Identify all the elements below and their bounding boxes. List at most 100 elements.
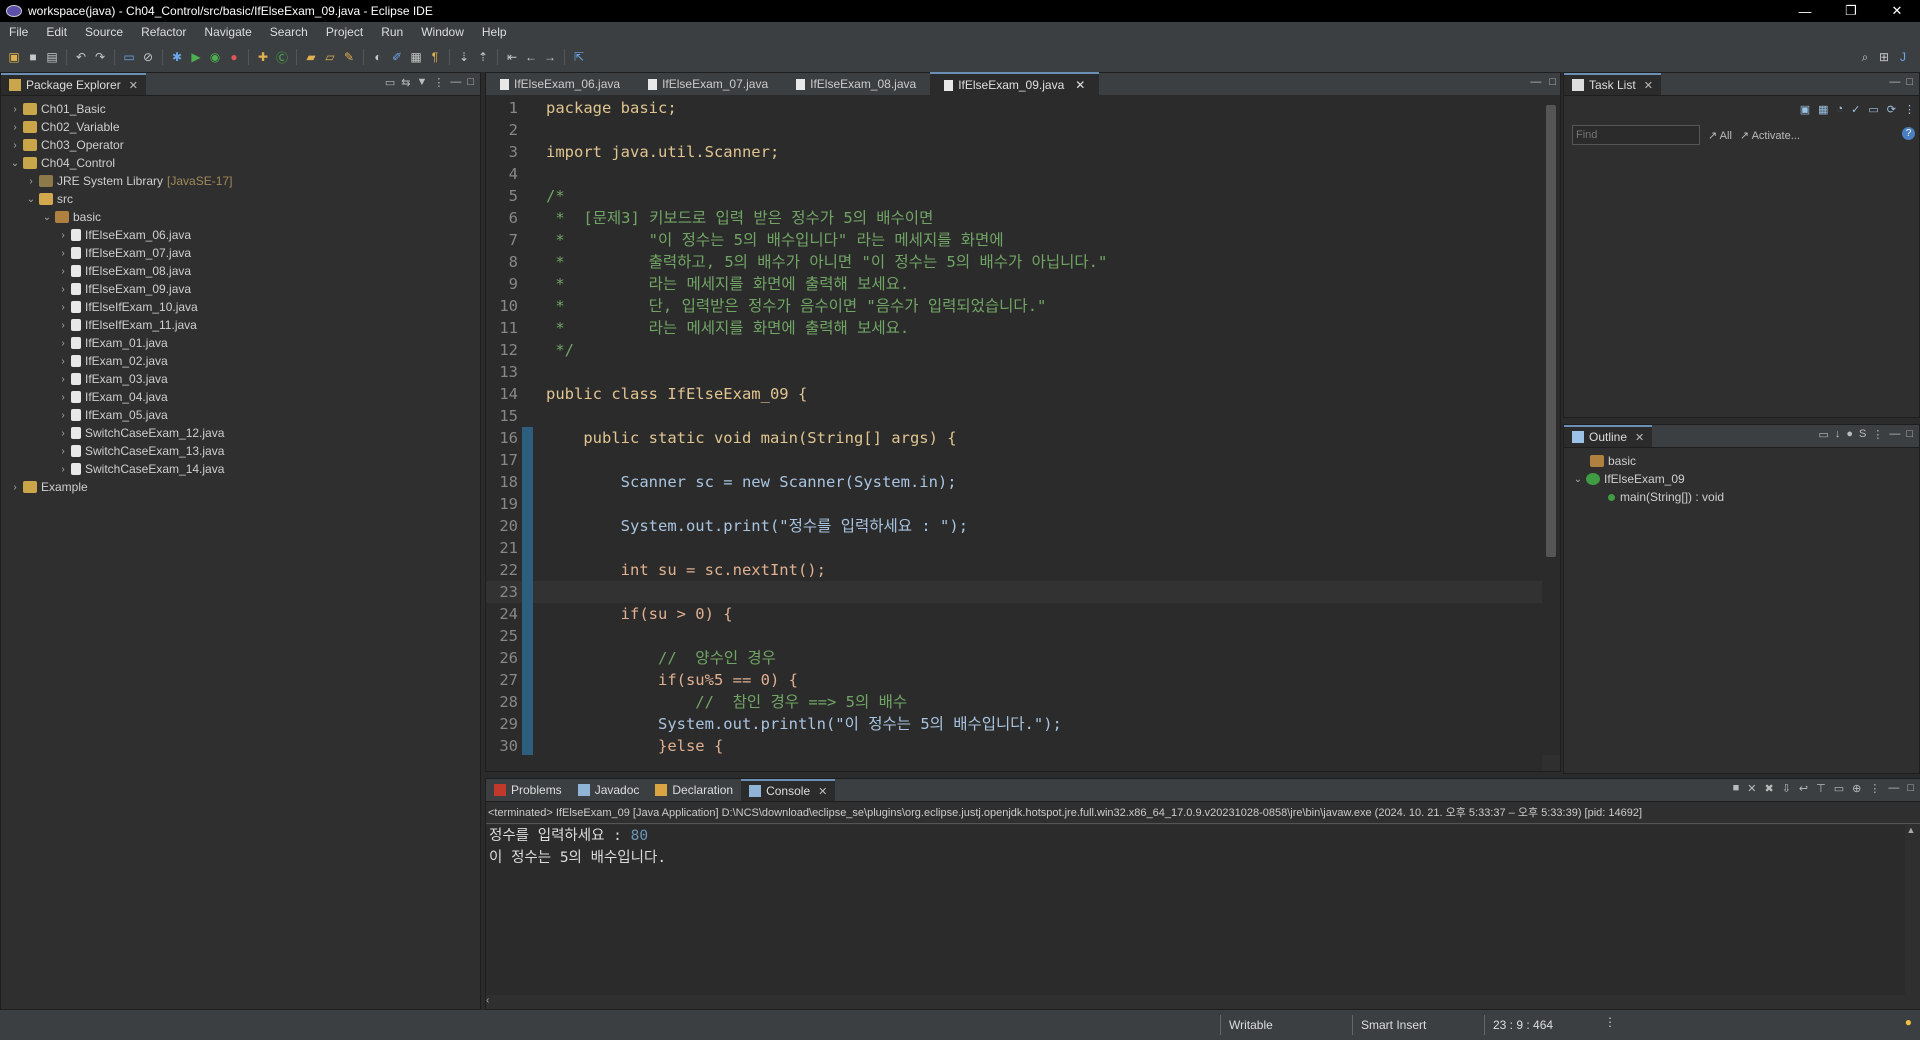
tree-item[interactable]: › IfExam_02.java [1, 352, 480, 370]
redo-icon[interactable]: ↷ [92, 49, 108, 65]
tree-item[interactable]: › IfElseExam_09.java [1, 280, 480, 298]
code-line[interactable]: 24 if(su > 0) { [486, 603, 1542, 625]
maximize-view-icon[interactable]: □ [1907, 782, 1914, 795]
open-perspective-icon[interactable]: ⊞ [1876, 49, 1892, 65]
open-task-icon[interactable]: ▱ [322, 49, 338, 65]
code-line[interactable]: 22 int su = sc.nextInt(); [486, 559, 1542, 581]
remove-all-launches-icon[interactable]: ✖ [1764, 782, 1773, 795]
code-line[interactable]: 4 [486, 163, 1542, 185]
chevron-icon[interactable]: › [57, 320, 69, 331]
sync-icon[interactable]: ⟳ [1887, 103, 1896, 125]
save-icon[interactable]: ■ [25, 49, 41, 65]
chevron-icon[interactable]: › [57, 392, 69, 403]
next-annotation-icon[interactable]: ⇣ [456, 49, 472, 65]
toggle-word-wrap-icon[interactable]: ✐ [389, 49, 405, 65]
editor-tab[interactable]: IfElseExam_09.java ✕ [930, 72, 1100, 96]
editor-tab[interactable]: IfElseExam_08.java [782, 73, 930, 95]
code-line[interactable]: 20 System.out.print("정수를 입력하세요 : "); [486, 515, 1542, 537]
link-with-editor-icon[interactable]: ⇆ [401, 76, 410, 89]
chevron-icon[interactable]: › [25, 176, 37, 187]
code-line[interactable]: 5 /* [486, 185, 1542, 207]
hide-fields-icon[interactable]: ● [1846, 428, 1853, 441]
code-line[interactable]: 30 }else { [486, 735, 1542, 755]
show-whitespace-icon[interactable]: ¶ [427, 49, 443, 65]
code-line[interactable]: 9 * 라는 메세지를 화면에 출력해 보세요. [486, 273, 1542, 295]
code-line[interactable]: 21 [486, 537, 1542, 559]
code-line[interactable]: 14 public class IfElseExam_09 { [486, 383, 1542, 405]
tree-item[interactable]: › IfElseExam_06.java [1, 226, 480, 244]
tree-item[interactable]: ⌄ basic [1, 208, 480, 226]
tree-item[interactable]: › IfExam_04.java [1, 388, 480, 406]
tree-item[interactable]: › SwitchCaseExam_12.java [1, 424, 480, 442]
word-wrap-icon[interactable]: ↩ [1799, 782, 1808, 795]
minimize-button[interactable]: — [1782, 0, 1828, 22]
chevron-icon[interactable]: › [57, 446, 69, 457]
close-icon[interactable]: ✕ [129, 79, 138, 92]
tree-item[interactable]: › IfElseIfExam_11.java [1, 316, 480, 334]
filter-completed-icon[interactable]: ✓ [1851, 103, 1860, 125]
debug-icon[interactable]: ✱ [169, 49, 185, 65]
chevron-icon[interactable]: › [57, 464, 69, 475]
code-line[interactable]: 13 [486, 361, 1542, 383]
back-icon[interactable]: ← [523, 49, 539, 65]
tree-item[interactable]: › IfElseExam_07.java [1, 244, 480, 262]
tree-item[interactable]: › JRE System Library [JavaSE-17] [1, 172, 480, 190]
menu-project[interactable]: Project [317, 25, 372, 39]
chevron-icon[interactable]: › [57, 338, 69, 349]
outline-package[interactable]: basic [1564, 452, 1919, 470]
all-filter-link[interactable]: ↗ All [1708, 129, 1732, 142]
new-icon[interactable]: ▣ [6, 49, 22, 65]
skip-breakpoints-icon[interactable]: ⊘ [140, 49, 156, 65]
collapse-all-icon[interactable]: ▭ [1868, 103, 1878, 125]
view-menu-icon[interactable]: ⋮ [1872, 428, 1883, 441]
editor-tab[interactable]: IfElseExam_07.java [634, 73, 782, 95]
menu-navigate[interactable]: Navigate [195, 25, 260, 39]
save-all-icon[interactable]: ▤ [44, 49, 60, 65]
undo-icon[interactable]: ↶ [73, 49, 89, 65]
chevron-icon[interactable]: › [57, 374, 69, 385]
run-icon[interactable]: ▶ [188, 49, 204, 65]
minimize-view-icon[interactable]: — [1888, 782, 1899, 795]
code-line[interactable]: 2 [486, 119, 1542, 141]
chevron-icon[interactable]: › [57, 356, 69, 367]
code-line[interactable]: 15 [486, 405, 1542, 427]
console-output[interactable]: 정수를 입력하세요 : 80 이 정수는 5의 배수입니다. [486, 825, 1905, 995]
tree-item[interactable]: › IfElseExam_08.java [1, 262, 480, 280]
menu-file[interactable]: File [0, 25, 37, 39]
java-perspective-icon[interactable]: J [1895, 49, 1911, 65]
terminate-icon[interactable]: ■ [1733, 782, 1740, 795]
menu-refactor[interactable]: Refactor [132, 25, 195, 39]
console-vertical-scrollbar[interactable]: ▲ [1902, 825, 1920, 995]
collapse-all-icon[interactable]: ▭ [385, 76, 395, 89]
chevron-icon[interactable]: › [57, 410, 69, 421]
pin-console-icon[interactable]: ⊤ [1816, 782, 1826, 795]
minimize-view-icon[interactable]: — [1889, 428, 1900, 441]
code-line[interactable]: 23 [486, 581, 1542, 603]
code-line[interactable]: 1 package basic; [486, 97, 1542, 119]
previous-annotation-icon[interactable]: ⇡ [475, 49, 491, 65]
close-icon[interactable]: ✕ [1644, 79, 1653, 92]
view-menu-icon[interactable]: ⋮ [433, 76, 444, 89]
code-editor[interactable]: 1 package basic; 2 3 import java.util.Scanne… [486, 97, 1542, 755]
open-console-icon[interactable]: ⊕ [1852, 782, 1861, 795]
toggle-block-selection-icon[interactable]: ▦ [408, 49, 424, 65]
code-line[interactable]: 25 [486, 625, 1542, 647]
sort-icon[interactable]: ↓ [1835, 428, 1841, 441]
editor-horizontal-scrollbar[interactable] [486, 755, 1542, 771]
editor-vertical-scrollbar[interactable] [1542, 97, 1560, 755]
close-icon[interactable]: ✕ [818, 785, 827, 798]
schedule-icon[interactable]: ◔ [1837, 103, 1844, 125]
find-task-input[interactable] [1572, 125, 1700, 145]
filter-icon[interactable]: ▼ [416, 76, 427, 89]
bottom-tab[interactable]: Console ✕ [741, 779, 836, 801]
code-line[interactable]: 7 * "이 정수는 5의 배수입니다" 라는 메세지를 화면에 [486, 229, 1542, 251]
search-toolbar-icon[interactable]: ✎ [341, 49, 357, 65]
maximize-view-icon[interactable]: □ [467, 76, 474, 89]
chevron-icon[interactable]: › [9, 482, 21, 493]
code-line[interactable]: 3 import java.util.Scanner; [486, 141, 1542, 163]
maximize-view-icon[interactable]: □ [1906, 76, 1913, 88]
chevron-icon[interactable]: › [57, 266, 69, 277]
chevron-icon[interactable]: › [57, 428, 69, 439]
minimize-view-icon[interactable]: — [450, 76, 461, 89]
bottom-tab[interactable]: Problems [486, 779, 570, 801]
